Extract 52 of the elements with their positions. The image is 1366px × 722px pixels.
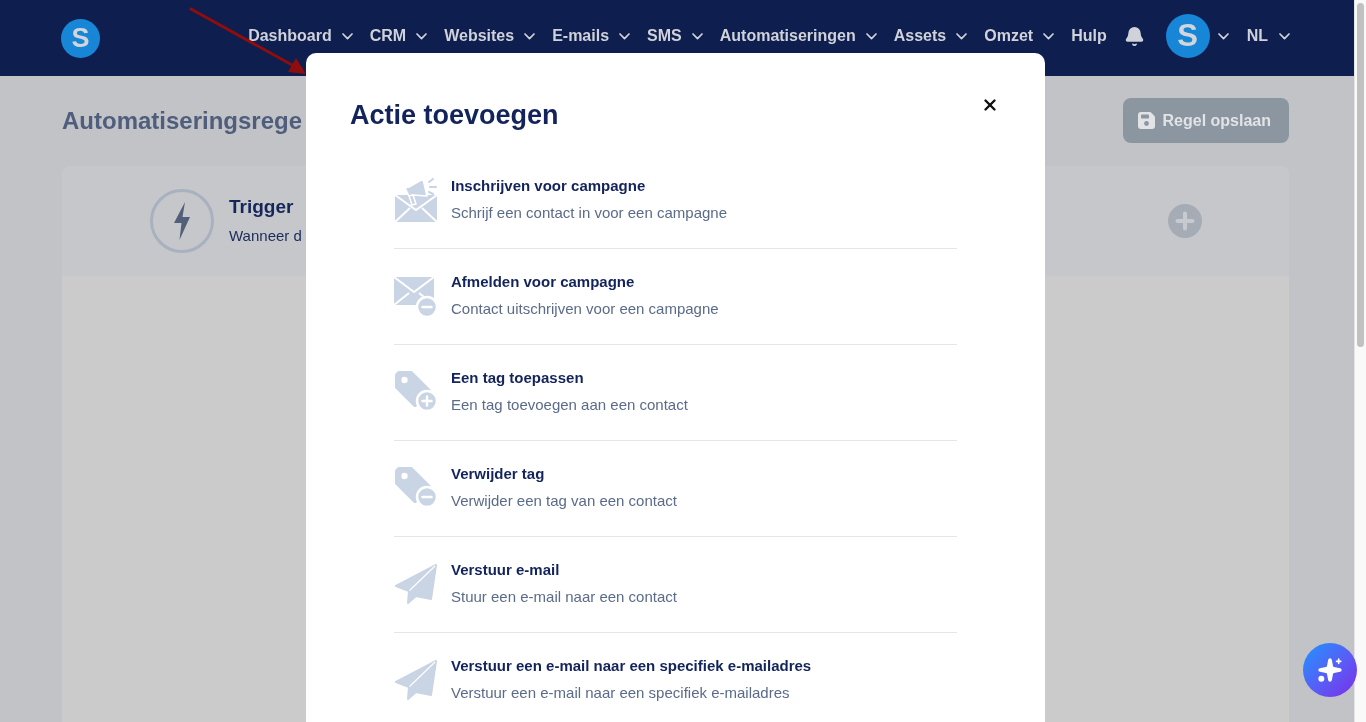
chevron-down-icon	[619, 32, 631, 40]
trigger-description: Wanneer d	[229, 225, 302, 246]
nav-menu-item[interactable]: CRM	[369, 27, 428, 45]
action-title: Afmelden voor campagne	[451, 272, 636, 292]
notifications-button[interactable]	[1123, 25, 1145, 47]
action-title: Inschrijven voor campagne	[451, 176, 647, 196]
chevron-down-icon	[865, 32, 877, 40]
scrollbar-thumb[interactable]	[1357, 3, 1364, 347]
action-description: Contact uitschrijven voor een campagne	[451, 299, 719, 319]
chevron-down-icon	[956, 32, 968, 40]
action-option[interactable]: Inschrijven voor campagne Schrijf een contact in voor een campagne	[394, 153, 957, 249]
sparkles-icon	[1317, 657, 1343, 683]
nav-menu-item[interactable]: Dashboard	[248, 27, 353, 45]
chevron-down-icon	[1279, 32, 1290, 40]
paper-plane-icon	[394, 561, 438, 606]
paper-plane-icon	[394, 657, 438, 702]
action-title: Verstuur e-mail	[451, 560, 561, 580]
action-title: Verstuur een e-mail naar een specifiek e-mailadres	[451, 656, 812, 676]
plus-circle-icon	[1168, 204, 1202, 238]
chevron-down-icon	[416, 32, 428, 40]
nav-menu-item[interactable]: E-mails	[552, 27, 631, 45]
nav-menu-item[interactable]: Websites	[444, 27, 536, 45]
action-description: Verstuur een e-mail naar een specifiek e-mailadres	[451, 683, 791, 703]
page-title: Automatiseringsrege	[62, 106, 303, 135]
chevron-down-icon	[524, 32, 536, 40]
chevron-down-icon	[691, 32, 703, 40]
action-option[interactable]: Verstuur e-mail Stuur een e-mail naar een contact	[394, 537, 957, 633]
action-option[interactable]: Afmelden voor campagne Contact uitschrijven voor een campagne	[394, 249, 957, 345]
nav-menu-item[interactable]: Omzet	[984, 27, 1055, 45]
action-title: Verwijder tag	[451, 464, 546, 484]
trigger-title: Trigger	[229, 195, 295, 218]
action-title: Een tag toepassen	[451, 368, 585, 388]
action-description: Een tag toevoegen aan een contact	[451, 395, 688, 415]
chevron-down-icon[interactable]	[1217, 32, 1229, 40]
lightning-bolt-icon	[150, 189, 214, 253]
language-selector[interactable]: NL	[1246, 27, 1290, 45]
nav-menu-item[interactable]: Automatiseringen	[719, 27, 877, 45]
nav-menu-item[interactable]: SMS	[647, 27, 703, 45]
action-option[interactable]: Verstuur een e-mail naar een specifiek e-mailadres Verstuur een e-mail naar een specifiek e-mailadres	[394, 633, 957, 722]
action-description: Verwijder een tag van een contact	[451, 491, 677, 511]
action-description: Schrijf een contact in voor een campagne	[451, 203, 727, 223]
bell-icon	[1123, 25, 1145, 47]
nav-menu-item[interactable]: Assets	[893, 27, 968, 45]
envelope-megaphone-icon	[394, 177, 438, 222]
chevron-down-icon	[341, 32, 353, 40]
close-icon	[981, 96, 999, 114]
dialog-title: Actie toevoegen	[350, 99, 559, 131]
nav-menu-item[interactable]: Hulp	[1071, 27, 1107, 45]
action-description: Stuur een e-mail naar een contact	[451, 587, 677, 607]
action-option[interactable]: Een tag toepassen Een tag toevoegen aan een contact	[394, 345, 957, 441]
action-option[interactable]: Verwijder tag Verwijder een tag van een contact	[394, 441, 957, 537]
chevron-down-icon	[1043, 32, 1055, 40]
